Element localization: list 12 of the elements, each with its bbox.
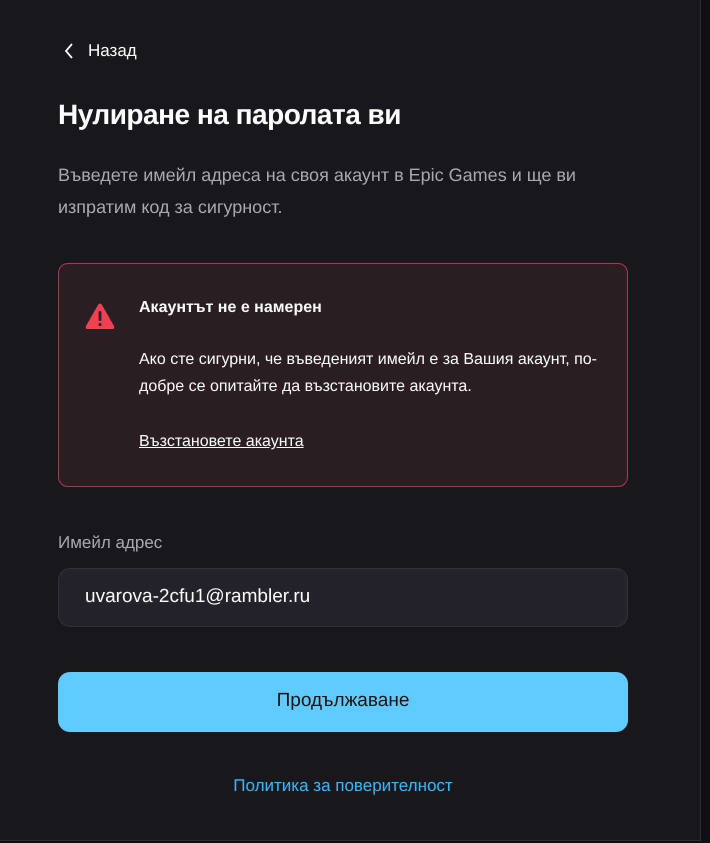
warning-icon xyxy=(85,303,115,330)
alert-title: Акаунтът не е намерен xyxy=(139,298,323,318)
alert-message: Ако сте сигурни, че въведеният имейл е за Вашия акаунт, по-добре се опитайте да възстановите акаунта. xyxy=(139,350,597,398)
recover-account-link[interactable]: Възстановете акаунта xyxy=(139,433,304,450)
back-icon xyxy=(64,42,74,59)
email-label: Имейл адрес xyxy=(58,532,164,554)
description-text: Въведете имейл адреса на своя акаунт в Epic Games и ще ви изпратим код за сигурност. xyxy=(58,164,577,220)
privacy-policy-link[interactable]: Политика за поверителност xyxy=(233,772,453,798)
continue-button[interactable]: Продължаване xyxy=(58,672,628,732)
back-link[interactable]: Назад xyxy=(64,38,137,64)
page-title: Нулиране на паролата ви xyxy=(58,98,402,132)
email-field[interactable]: uvarova-2cfu1@rambler.ru xyxy=(58,568,628,627)
